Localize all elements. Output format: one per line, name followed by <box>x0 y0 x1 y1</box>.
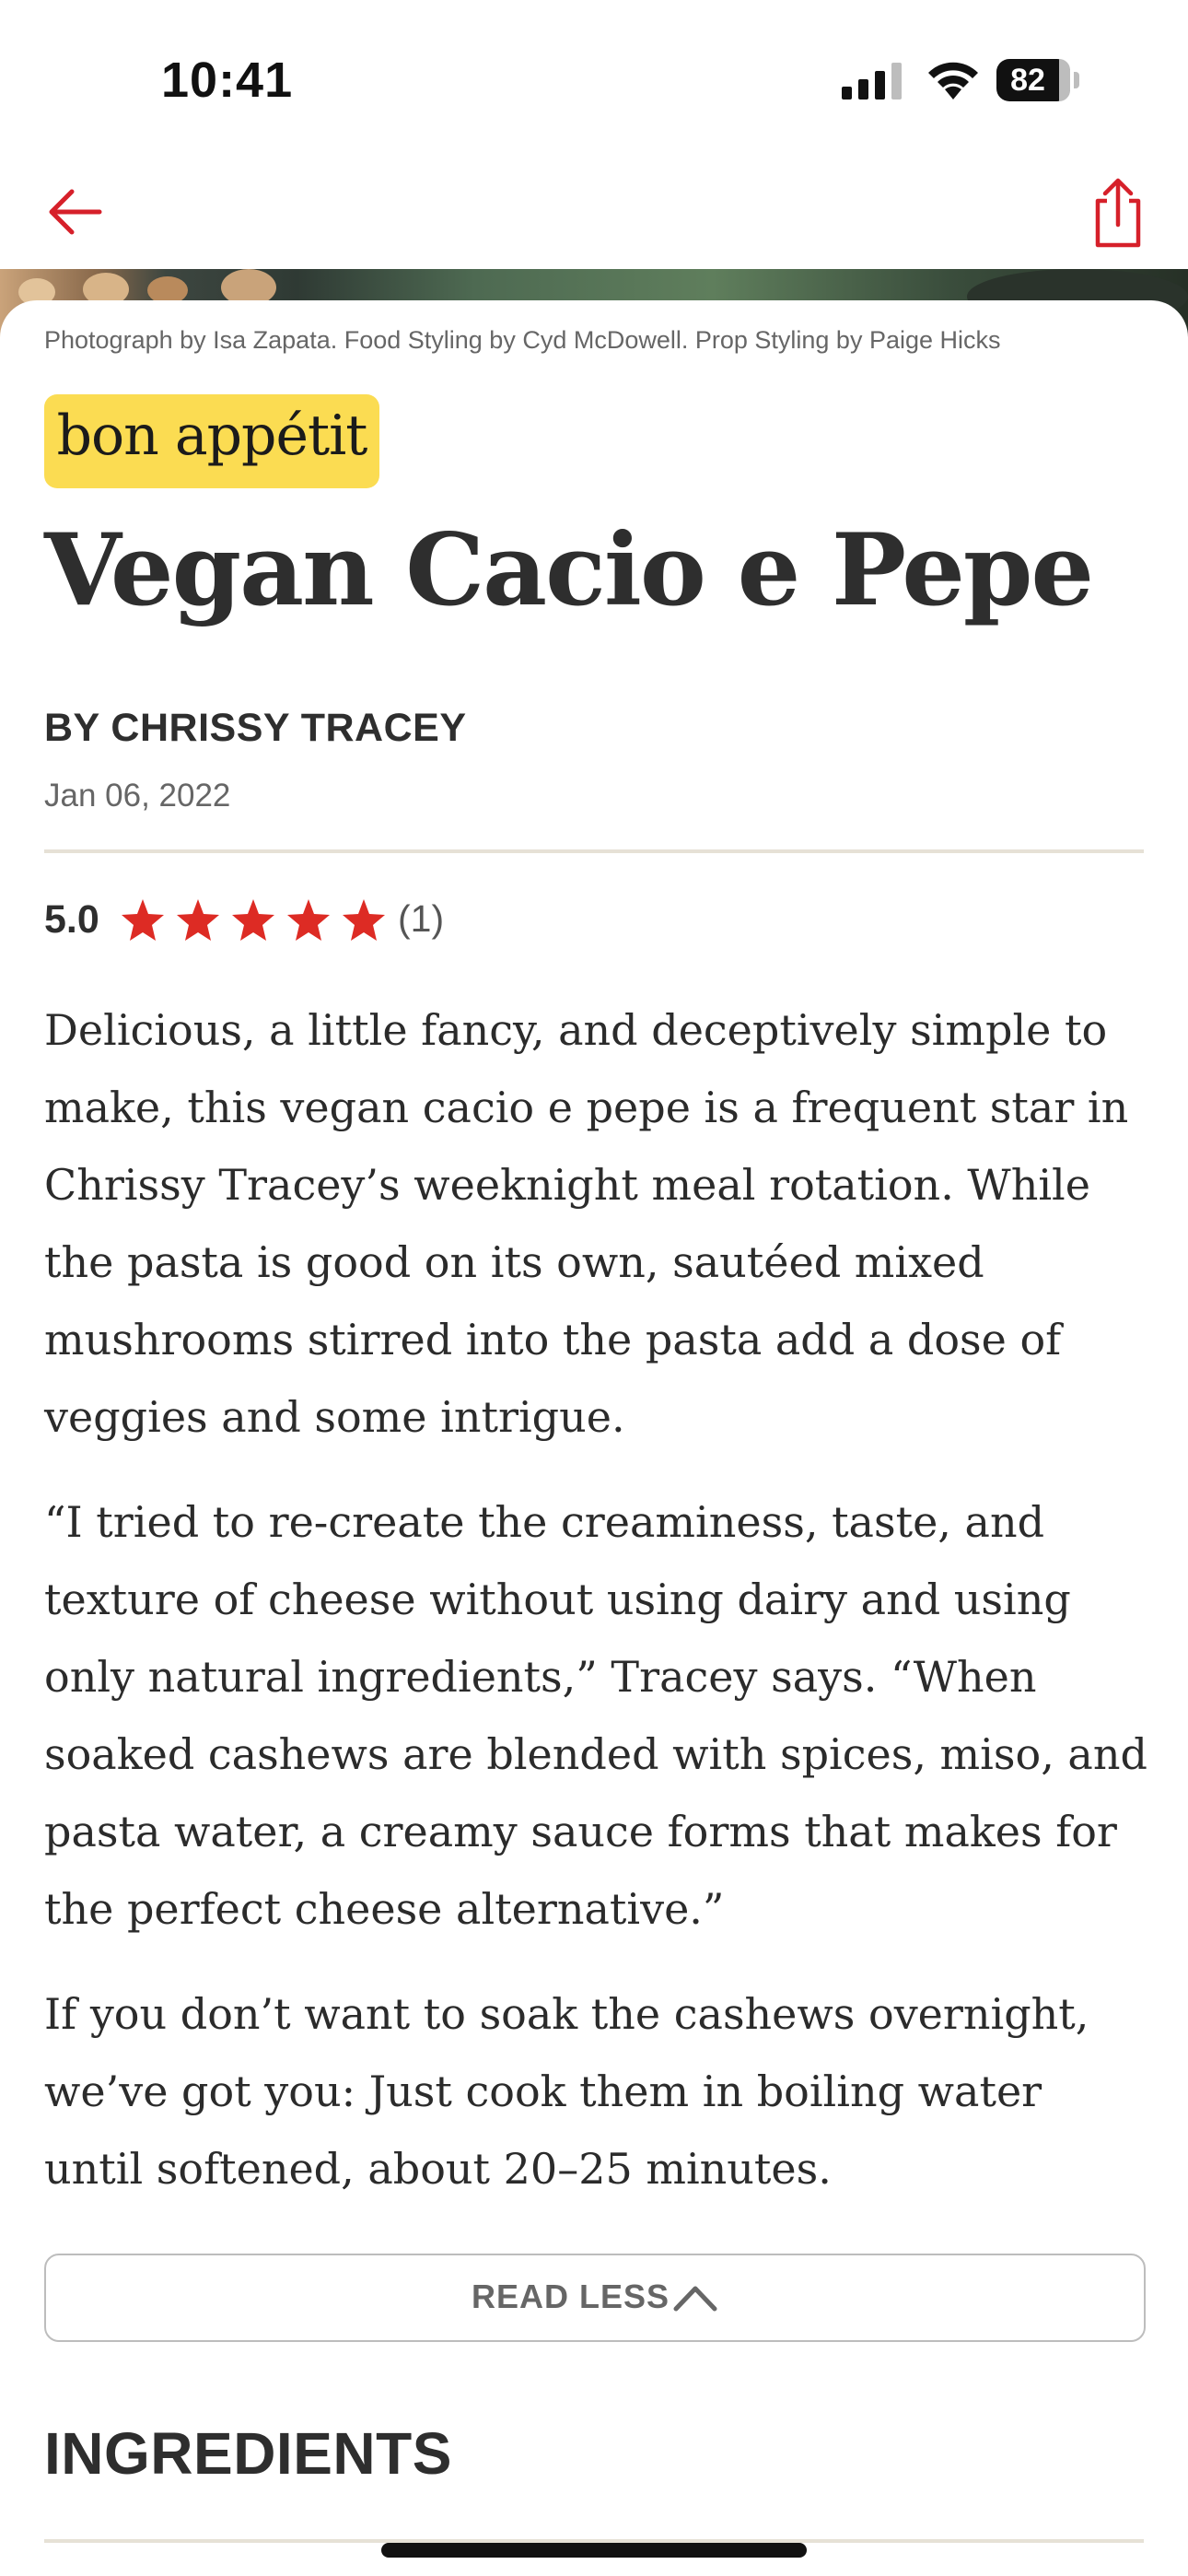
nav-bar <box>0 157 1188 271</box>
rating-count: (1) <box>398 897 445 940</box>
brand-logo-text: bon appétit <box>56 404 368 468</box>
publish-date: Jan 06, 2022 <box>44 778 231 814</box>
ingredients-heading: INGREDIENTS <box>44 2420 452 2487</box>
star-icon <box>122 899 164 941</box>
paragraph-1: Delicious, a little fancy, and deceptive… <box>44 1005 1129 1442</box>
arrow-left-icon[interactable] <box>41 175 114 249</box>
read-less-label: READ LESS <box>472 2277 670 2315</box>
status-time: 10:41 <box>161 53 294 108</box>
star-icon <box>343 899 385 941</box>
paragraph-2: “I tried to re-create the creaminess, ta… <box>44 1497 1147 1934</box>
article-paragraph: Delicious, a little fancy, and deceptive… <box>44 991 1149 1456</box>
paragraph-3: If you don’t want to soak the cashews ov… <box>44 1989 1089 2194</box>
article-card: Photograph by Isa Zapata. Food Styling b… <box>0 300 1188 2576</box>
star-icon <box>177 899 219 941</box>
author-byline[interactable]: BY CHRISSY TRACEY <box>44 706 467 751</box>
star-icon <box>232 899 274 941</box>
home-indicator[interactable] <box>381 2543 807 2558</box>
photo-credit: Photograph by Isa Zapata. Food Styling b… <box>44 326 1001 354</box>
wifi-icon <box>928 62 978 100</box>
status-bar: 10:41 82 <box>0 0 1188 157</box>
cellular-signal-icon <box>842 63 902 100</box>
divider <box>44 849 1144 853</box>
rating-value: 5.0 <box>44 897 99 942</box>
article-paragraph: “I tried to re-create the creaminess, ta… <box>44 1483 1149 1948</box>
article-paragraph: If you don’t want to soak the cashews ov… <box>44 1975 1149 2207</box>
rating-row[interactable]: 5.0 (1) <box>44 892 873 947</box>
page-title: Vegan Cacio e Pepe <box>44 512 1094 628</box>
read-less-button[interactable]: READ LESS <box>44 2254 1146 2342</box>
battery-level: 82 <box>1010 63 1045 98</box>
brand-badge: bon appétit <box>44 394 379 488</box>
star-icon <box>287 899 330 941</box>
chevron-up-icon <box>673 2286 717 2312</box>
share-icon[interactable] <box>1079 173 1157 251</box>
battery-icon: 82 <box>996 59 1081 101</box>
